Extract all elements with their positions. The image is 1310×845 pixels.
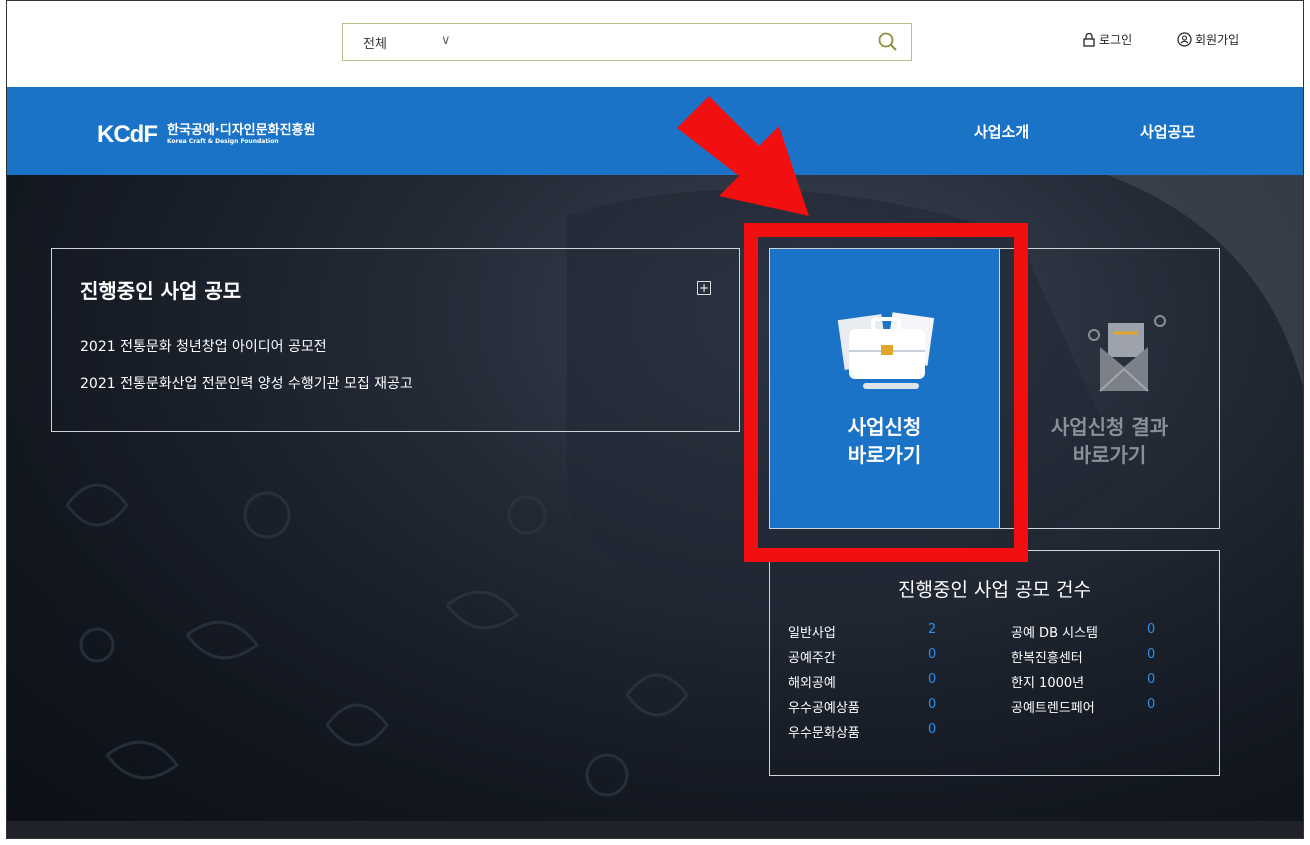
count-value: 0 xyxy=(928,647,937,662)
logo-name-kr: 한국공예·디자인문화진흥원 xyxy=(166,123,316,138)
count-row[interactable]: 공예주간 0 xyxy=(788,647,936,666)
count-label: 한복진흥센터 xyxy=(1011,651,1083,666)
red-highlight-box xyxy=(744,223,1028,562)
result-label-line2: 바로가기 xyxy=(1072,443,1147,467)
ongoing-projects-title: 진행중인 사업 공모 xyxy=(80,279,242,303)
count-value: 0 xyxy=(928,722,937,737)
logo-name-en: Korea Craft & Design Foundation xyxy=(166,138,279,145)
count-value: 0 xyxy=(1147,622,1156,637)
count-value: 0 xyxy=(928,697,937,712)
login-label: 로그인 xyxy=(1099,33,1133,47)
count-row[interactable]: 공예트렌드페어 0 xyxy=(1011,697,1155,716)
search-category-select[interactable]: 전체 xyxy=(363,33,387,52)
site-logo[interactable]: KCdF 한국공예·디자인문화진흥원 Korea Craft & Design … xyxy=(97,121,315,149)
count-row[interactable]: 일반사업 2 xyxy=(788,622,936,641)
count-row[interactable]: 우수공예상품 0 xyxy=(788,697,936,716)
more-plus-button[interactable]: + xyxy=(697,281,711,295)
count-label: 우수문화상품 xyxy=(788,726,860,741)
count-value: 0 xyxy=(1147,672,1156,687)
count-value: 2 xyxy=(928,622,937,637)
project-counts-title: 진행중인 사업 공모 건수 xyxy=(898,579,1091,601)
envelope-icon xyxy=(1088,315,1166,392)
login-link[interactable]: 로그인 xyxy=(1082,31,1132,48)
project-item[interactable]: 2021 전통문화산업 전문인력 양성 수행기관 모집 재공고 xyxy=(80,373,413,393)
count-label: 해외공예 xyxy=(788,676,836,691)
count-row[interactable]: 공예 DB 시스템 0 xyxy=(1011,622,1155,641)
count-label: 공예 DB 시스템 xyxy=(1011,626,1098,641)
count-value: 0 xyxy=(1147,697,1156,712)
nav-item-business-intro[interactable]: 사업소개 xyxy=(974,121,1029,142)
count-row[interactable]: 한지 1000년 0 xyxy=(1011,672,1155,691)
chevron-down-icon[interactable]: ∨ xyxy=(441,33,451,48)
main-nav: KCdF 한국공예·디자인문화진흥원 Korea Craft & Design … xyxy=(7,87,1303,175)
count-row[interactable]: 우수문화상품 0 xyxy=(788,722,936,741)
count-value: 0 xyxy=(928,672,937,687)
logo-mark: KCdF xyxy=(97,121,158,148)
search-box[interactable]: 전체 ∨ xyxy=(342,23,912,61)
count-label: 한지 1000년 xyxy=(1011,676,1085,691)
result-label: 사업신청 결과 바로가기 xyxy=(1000,413,1219,469)
count-row[interactable]: 한복진흥센터 0 xyxy=(1011,647,1155,666)
hero-section: 진행중인 사업 공모 + 2021 전통문화 청년창업 아이디어 공모전 202… xyxy=(7,175,1303,821)
page-frame: 전체 ∨ 로그인 회원가입 KCdF 한국공예·디자인문화진흥원 Korea C… xyxy=(6,0,1304,839)
nav-item-business-contest[interactable]: 사업공모 xyxy=(1140,121,1195,142)
project-item[interactable]: 2021 전통문화 청년창업 아이디어 공모전 xyxy=(80,336,327,356)
result-label-line1: 사업신청 결과 xyxy=(1050,415,1169,439)
count-label: 우수공예상품 xyxy=(788,701,860,716)
search-icon[interactable] xyxy=(877,31,899,53)
bottom-strip xyxy=(7,821,1303,838)
signup-label: 회원가입 xyxy=(1195,33,1240,47)
count-label: 공예트렌드페어 xyxy=(1011,701,1095,716)
count-row[interactable]: 해외공예 0 xyxy=(788,672,936,691)
user-icon xyxy=(1177,32,1192,47)
red-arrow-annotation xyxy=(677,96,809,216)
lock-icon xyxy=(1083,32,1095,47)
top-bar: 전체 ∨ 로그인 회원가입 xyxy=(7,1,1303,87)
result-shortcut-button[interactable]: 사업신청 결과 바로가기 xyxy=(1000,248,1220,529)
ongoing-projects-box: 진행중인 사업 공모 + 2021 전통문화 청년창업 아이디어 공모전 202… xyxy=(51,248,740,432)
count-value: 0 xyxy=(1147,647,1156,662)
count-label: 일반사업 xyxy=(788,626,836,641)
signup-link[interactable]: 회원가입 xyxy=(1177,31,1239,48)
count-label: 공예주간 xyxy=(788,651,836,666)
project-counts-box: 진행중인 사업 공모 건수 일반사업 2 공예주간 0 해외공예 0 우수공예상품 0 … xyxy=(769,550,1220,776)
